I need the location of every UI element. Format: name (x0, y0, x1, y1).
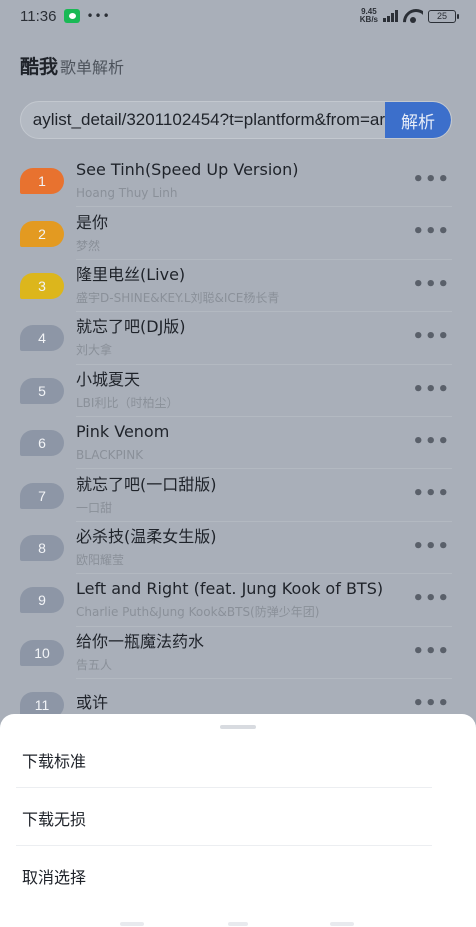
cancel-selection-option[interactable]: 取消选择 (22, 864, 86, 888)
song-artist: 一口甜 (76, 500, 113, 515)
song-list: 1 See Tinh(Speed Up Version) Hoang Thuy Li… (0, 155, 476, 732)
status-bar: 11:36 ••• 9.45 KB/s 25 (0, 0, 476, 32)
song-title: 是你 (76, 212, 109, 232)
playlist-url-input[interactable] (21, 102, 385, 138)
song-artist: 欧阳耀莹 (76, 552, 125, 567)
wifi-icon (403, 9, 423, 23)
network-speed-unit: KB/s (359, 15, 378, 24)
song-info: 就忘了吧(DJ版) 刘大拿 (76, 317, 186, 359)
song-title: 小城夏天 (76, 369, 141, 389)
more-options-icon[interactable]: ••• (412, 169, 450, 190)
nav-hint (330, 922, 354, 926)
song-title: 给你一瓶魔法药水 (76, 631, 205, 651)
app-header: 酷我 歌单解析 (20, 52, 124, 79)
app-title: 酷我 (20, 56, 59, 78)
song-title: Pink Venom (76, 422, 170, 442)
download-lossless-option[interactable]: 下载无损 (22, 806, 86, 830)
more-options-icon[interactable]: ••• (412, 588, 450, 609)
rank-badge: 5 (20, 377, 64, 404)
song-title: See Tinh(Speed Up Version) (76, 160, 299, 180)
more-notifications-icon: ••• (86, 9, 111, 23)
battery-level: 25 (436, 11, 447, 21)
rank-badge: 8 (20, 534, 64, 561)
status-indicators: 9.45 KB/s 25 (360, 8, 459, 24)
rank-badge: 6 (20, 430, 64, 457)
rank-badge: 3 (20, 272, 64, 299)
rank-badge: 10 (20, 639, 64, 666)
signal-icon (383, 10, 398, 22)
sheet-drag-handle[interactable] (220, 725, 256, 729)
song-info: 是你 梦然 (76, 213, 108, 255)
nav-hint (120, 922, 144, 926)
rank-badge: 4 (20, 325, 64, 352)
song-artist: 刘大拿 (76, 343, 113, 358)
song-list-item[interactable]: 1 See Tinh(Speed Up Version) Hoang Thuy Li… (0, 155, 476, 208)
url-bar: 解析 (20, 101, 452, 139)
app-subtitle: 歌单解析 (60, 58, 125, 77)
more-options-icon[interactable]: ••• (412, 274, 450, 295)
download-standard-option[interactable]: 下载标准 (22, 748, 86, 772)
song-title: Left and Right (feat. Jung Kook of BTS) (76, 579, 384, 599)
more-options-icon[interactable]: ••• (412, 483, 450, 504)
song-list-item[interactable]: 3 隆里电丝(Live) 盛宇D-SHINE&KEY.L刘聪&ICE杨长青 ••• (0, 260, 476, 313)
song-title: 隆里电丝(Live) (76, 264, 186, 284)
more-options-icon[interactable]: ••• (412, 379, 450, 400)
song-list-item[interactable]: 6 Pink Venom BLACKPINK ••• (0, 417, 476, 470)
song-artist: 梦然 (76, 238, 101, 253)
more-options-icon[interactable]: ••• (412, 221, 450, 242)
wechat-notification-icon (64, 9, 81, 23)
song-artist: Charlie Puth&Jung Kook&BTS(防弹少年团) (76, 605, 320, 620)
song-list-item[interactable]: 8 必杀技(温柔女生版) 欧阳耀莹 ••• (0, 522, 476, 575)
song-info: 隆里电丝(Live) 盛宇D-SHINE&KEY.L刘聪&ICE杨长青 (76, 265, 279, 307)
song-info: 给你一瓶魔法药水告五人 (76, 632, 204, 674)
song-artist: 盛宇D-SHINE&KEY.L刘聪&ICE杨长青 (76, 290, 280, 305)
download-options-sheet: 下载标准 下载无损 取消选择 (0, 714, 476, 927)
more-options-icon[interactable]: ••• (412, 536, 450, 557)
song-list-item[interactable]: 9 Left and Right (feat. Jung Kook of BTS)… (0, 574, 476, 627)
song-title: 或许 (76, 693, 109, 713)
more-options-icon[interactable]: ••• (412, 431, 450, 452)
song-info: Pink Venom BLACKPINK (76, 422, 169, 464)
rank-badge: 2 (20, 220, 64, 247)
song-list-item[interactable]: 4 就忘了吧(DJ版) 刘大拿 ••• (0, 312, 476, 365)
song-list-item[interactable]: 2 是你梦然 ••• (0, 207, 476, 261)
more-options-icon[interactable]: ••• (412, 326, 450, 347)
rank-badge: 1 (20, 168, 64, 195)
song-title: 就忘了吧(一口甜版) (76, 474, 217, 494)
network-speed: 9.45 KB/s (360, 8, 378, 24)
rank-badge: 7 (20, 482, 64, 509)
song-artist: LBI利比（时柏尘） (76, 395, 179, 410)
nav-hint (228, 922, 248, 926)
parse-button[interactable]: 解析 (385, 102, 451, 138)
song-info: Left and Right (feat. Jung Kook of BTS) C… (76, 579, 383, 621)
battery-icon: 25 (428, 9, 459, 23)
song-artist: Hoang Thuy Linh (76, 186, 178, 201)
song-info: See Tinh(Speed Up Version) Hoang Thuy Lin… (76, 160, 298, 202)
song-title: 必杀技(温柔女生版) (76, 526, 217, 546)
song-info: 小城夏天 LBI利比（时柏尘） (76, 370, 178, 412)
song-artist: 告五人 (76, 657, 113, 672)
rank-badge: 9 (20, 587, 64, 614)
more-options-icon[interactable]: ••• (412, 693, 450, 714)
status-time: 11:36 (20, 7, 57, 25)
song-list-item[interactable]: 5 小城夏天 LBI利比（时柏尘） ••• (0, 365, 476, 418)
song-artist: BLACKPINK (76, 448, 144, 463)
song-list-item[interactable]: 7 就忘了吧(一口甜版) 一口甜 ••• (0, 469, 476, 523)
song-info: 必杀技(温柔女生版) 欧阳耀莹 (76, 527, 217, 569)
song-info: 就忘了吧(一口甜版) 一口甜 (76, 475, 217, 517)
more-options-icon[interactable]: ••• (412, 641, 450, 662)
song-title: 就忘了吧(DJ版) (76, 317, 186, 337)
song-list-item[interactable]: 10 给你一瓶魔法药水告五人 ••• (0, 627, 476, 680)
divider (16, 845, 432, 846)
divider (16, 787, 432, 788)
